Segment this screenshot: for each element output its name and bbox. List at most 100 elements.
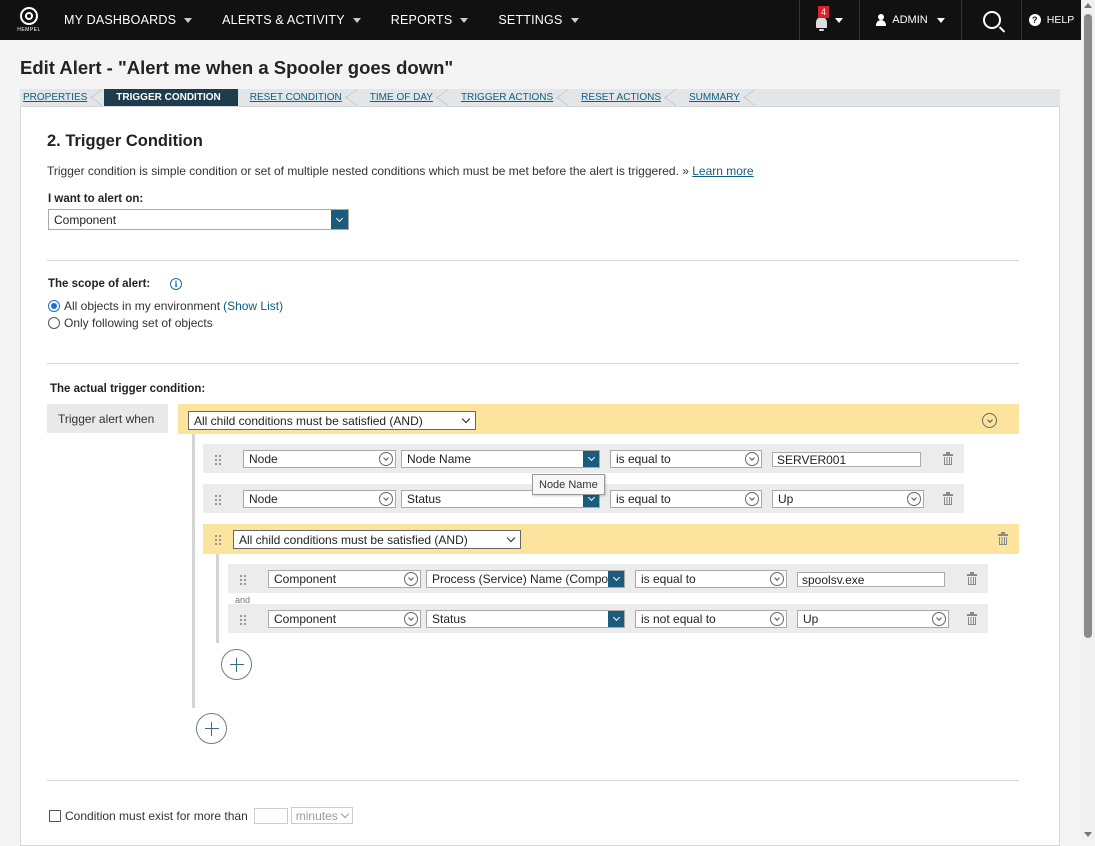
wizard-step-reset-actions[interactable]: RESET ACTIONS [570,89,678,106]
drag-handle-icon[interactable] [214,494,222,505]
nested-group-logic-select[interactable]: All child conditions must be satisfied (… [233,530,521,549]
condition-object-value: Node [249,492,278,506]
nav-reports[interactable]: REPORTS [376,0,484,40]
user-menu-button[interactable]: ADMIN [859,0,961,40]
wizard-step-trigger-condition[interactable]: TRIGGER CONDITION [104,89,239,106]
condition-field-value: Node Name [407,452,472,466]
duration-unit-select[interactable]: minutes [290,807,353,824]
chevron-down-icon [460,17,469,23]
delete-condition-trash-icon[interactable] [967,612,977,625]
chevron-down-icon [770,612,784,626]
wizard-step-reset-condition[interactable]: RESET CONDITION [238,89,359,106]
scope-all-objects-label: All objects in my environment [64,299,221,313]
nav-my-dashboards[interactable]: MY DASHBOARDS [49,0,207,40]
scope-following-objects-radio[interactable]: Only following set of objects [48,316,213,330]
nav-alerts-activity[interactable]: ALERTS & ACTIVITY [207,0,376,40]
scroll-down-arrow-icon[interactable] [1084,832,1092,837]
collapse-group-button[interactable] [982,413,997,428]
top-group-logic-select[interactable]: All child conditions must be satisfied (… [188,411,476,430]
condition-object-value: Node [249,452,278,466]
chevron-down-icon [932,612,946,626]
page-scrollbar[interactable] [1081,0,1095,840]
wizard-step-time-of-day[interactable]: TIME OF DAY [359,89,450,106]
section-description: Trigger condition is simple condition or… [47,164,754,178]
condition-value-input[interactable]: spoolsv.exe [797,572,945,587]
drag-handle-icon[interactable] [239,574,247,585]
learn-more-link[interactable]: Learn more [692,164,753,178]
chevron-down-icon [506,533,516,543]
drag-handle-icon[interactable] [214,454,222,465]
info-icon[interactable]: i [170,278,182,290]
condition-field-value: Status [432,612,467,626]
radio-button-checked[interactable] [48,300,60,312]
wizard-steps: PROPERTIES TRIGGER CONDITION RESET CONDI… [20,89,1060,106]
notification-badge: 4 [818,6,830,18]
nested-group-logic-value: All child conditions must be satisfied (… [239,532,468,547]
trigger-condition-label: The actual trigger condition: [50,383,206,395]
wizard-step-properties[interactable]: PROPERTIES [20,89,104,106]
add-condition-button[interactable] [196,713,227,744]
chevron-down-icon [608,571,624,587]
condition-object-select[interactable]: Node [243,450,396,468]
help-button[interactable]: ? HELP [1021,0,1081,40]
condition-field-select[interactable]: Node Name [401,450,600,468]
user-name: ADMIN [892,14,928,26]
chevron-down-icon [184,17,193,23]
condition-field-select[interactable]: Process (Service) Name (Component) [426,570,625,588]
tree-line [216,540,219,643]
condition-operator-value: is equal to [616,492,671,506]
add-nested-condition-button[interactable] [221,649,252,680]
logo[interactable]: HEMPEL [9,0,49,40]
delete-condition-trash-icon[interactable] [943,452,953,465]
condition-operator-select[interactable]: is equal to [610,490,762,508]
search-button[interactable] [961,0,1021,40]
bell-icon [816,17,827,31]
condition-object-select[interactable]: Component [268,610,421,628]
nav-item-label: SETTINGS [498,13,563,27]
condition-object-select[interactable]: Node [243,490,396,508]
chevron-down-icon [745,492,759,506]
condition-value-input[interactable]: SERVER001 [772,452,921,467]
chevron-down-icon [379,452,393,466]
condition-operator-select[interactable]: is equal to [610,450,762,468]
condition-operator-select[interactable]: is not equal to [635,610,787,628]
tree-line [192,434,195,708]
condition-operator-select[interactable]: is equal to [635,570,787,588]
logo-text: HEMPEL [17,27,41,33]
chevron-down-icon [404,572,418,586]
chevron-down-icon [352,17,361,23]
drag-handle-icon[interactable] [214,534,222,545]
alert-on-select[interactable]: Component [48,209,349,230]
scope-all-objects-radio[interactable]: All objects in my environment (Show List… [48,299,283,313]
wizard-step-summary[interactable]: SUMMARY [678,89,757,106]
scope-label: The scope of alert: [48,278,151,290]
notifications-button[interactable]: 4 [799,0,859,40]
condition-field-select[interactable]: Status [426,610,625,628]
show-list-link[interactable]: (Show List) [223,299,283,313]
nav-settings[interactable]: SETTINGS [483,0,593,40]
nav-item-label: REPORTS [390,13,453,27]
duration-value-input[interactable] [253,807,288,824]
trigger-condition-panel: 2. Trigger Condition Trigger condition i… [20,106,1060,846]
condition-object-select[interactable]: Component [268,570,421,588]
delete-condition-trash-icon[interactable] [943,492,953,505]
condition-value-select[interactable]: Up [772,490,924,508]
delete-condition-trash-icon[interactable] [967,572,977,585]
chevron-down-icon [340,809,350,819]
condition-value-select[interactable]: Up [797,610,949,628]
drag-handle-icon[interactable] [239,614,247,625]
chevron-down-icon [745,452,759,466]
scroll-up-arrow-icon[interactable] [1084,3,1092,8]
radio-button-unchecked[interactable] [48,317,60,329]
alert-on-label: I want to alert on: [48,193,144,205]
delete-group-trash-icon[interactable] [998,532,1008,545]
top-navigation-bar: HEMPEL MY DASHBOARDS ALERTS & ACTIVITY R… [0,0,1081,40]
logo-icon [20,7,38,25]
scrollbar-thumb[interactable] [1084,14,1092,638]
divider [47,780,1019,781]
condition-duration-checkbox[interactable] [49,809,61,822]
chevron-down-icon [404,612,418,626]
condition-duration-label: Condition must exist for more than [65,808,248,823]
wizard-step-trigger-actions[interactable]: TRIGGER ACTIONS [450,89,570,106]
help-icon: ? [1028,14,1041,26]
